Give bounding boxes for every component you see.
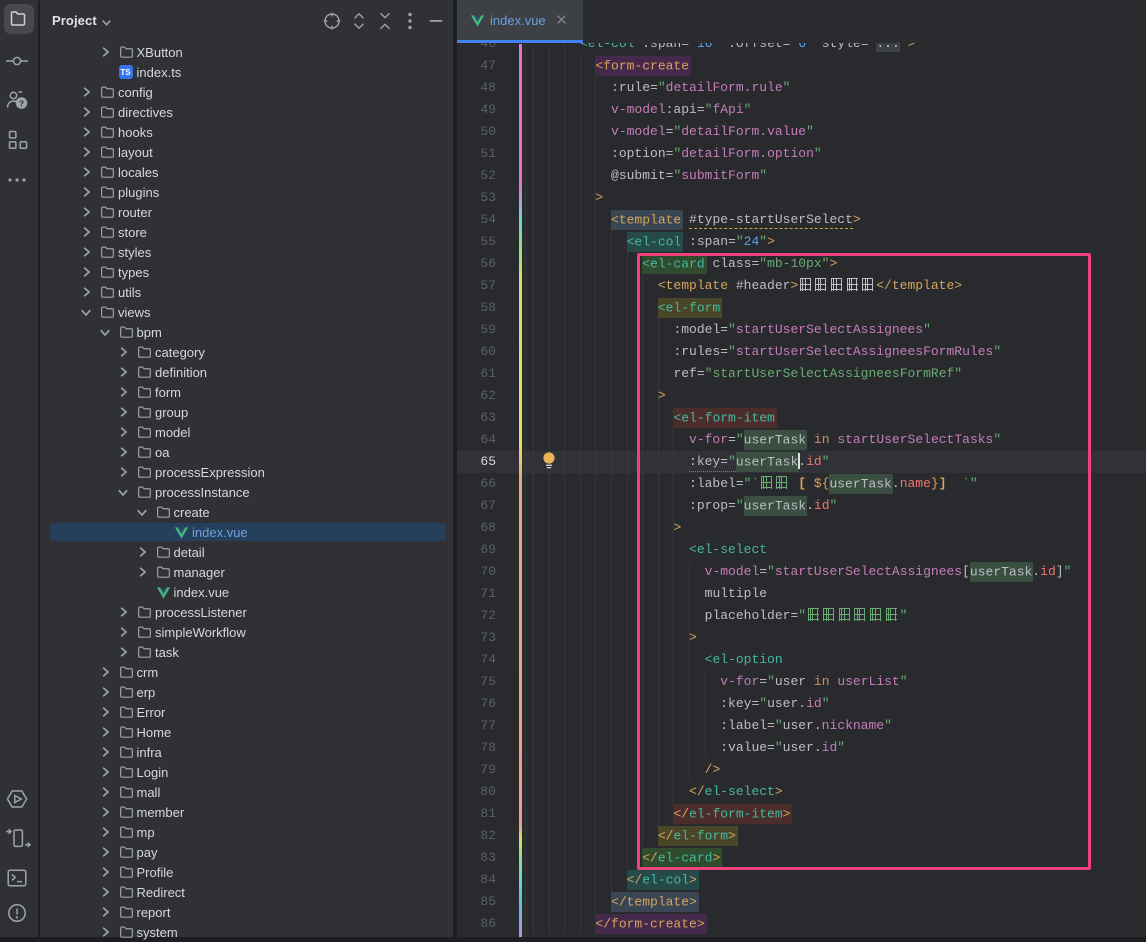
svg-text:?: ?: [19, 99, 24, 109]
